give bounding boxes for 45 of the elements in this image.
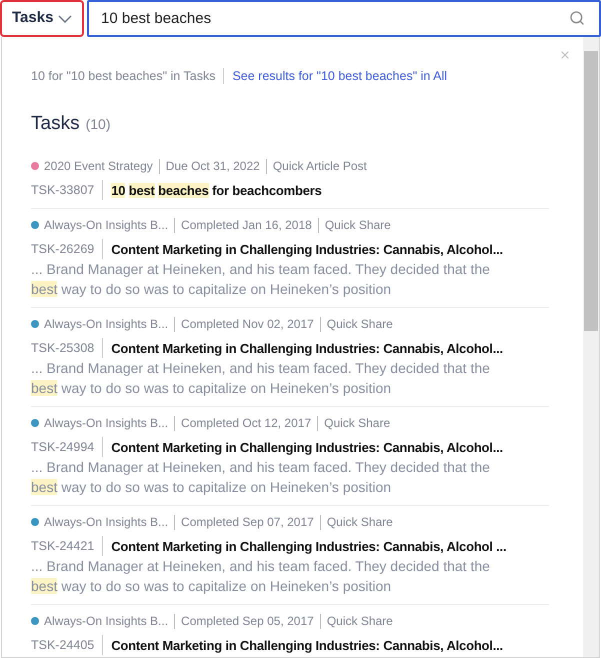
task-id: TSK-33807	[31, 182, 94, 199]
search-field[interactable]: 10 best beaches	[87, 0, 601, 37]
task-date: Completed Oct 12, 2017	[181, 415, 312, 432]
task-title[interactable]: 10 best beaches for beachcombers	[111, 180, 322, 200]
task-type: Quick Article Post	[272, 158, 367, 176]
task-date: Completed Jan 16, 2018	[181, 217, 312, 234]
task-title[interactable]: Content Marketing in Challenging Industries: Cannabis, Alcohol...	[111, 438, 503, 457]
task-date: Due Oct 31, 2022	[166, 158, 260, 176]
close-icon[interactable]	[559, 49, 571, 61]
search-icon	[569, 10, 585, 26]
task-snippet: ... Brand Manager at Heineken, and his team faced. They decided that the best way to do so was to capitalize on Heineken’s position	[31, 557, 491, 596]
task-date: Completed Nov 02, 2017	[181, 316, 314, 334]
task-title[interactable]: Content Marketing in Challenging Industries: Cannabis, Alcohol...	[111, 240, 503, 259]
task-id: TSK-24405	[31, 636, 94, 654]
task-date: Completed Sep 05, 2017	[181, 613, 314, 630]
project-name: Always-On Insights B...	[44, 613, 168, 630]
scrollbar-thumb[interactable]	[584, 51, 598, 331]
task-title[interactable]: Content Marketing in Challenging Industries: Cannabis, Alcohol ...	[111, 536, 506, 556]
project-name: Always-On Insights B...	[44, 217, 168, 234]
task-date: Completed Sep 07, 2017	[181, 514, 314, 532]
task-id: TSK-26269	[31, 240, 94, 258]
task-type: Quick Share	[326, 316, 393, 334]
chevron-down-icon	[58, 14, 72, 22]
task-type: Quick Share	[326, 514, 393, 532]
project-name: 2020 Event Strategy	[44, 158, 153, 176]
scrollbar[interactable]	[583, 37, 599, 657]
task-snippet: ... Brand Manager at Heineken, and his team faced. They decided that the best way to do so was to capitalize on Heineken’s position	[31, 260, 491, 300]
task-type: Quick Share	[324, 217, 391, 234]
task-title[interactable]: Content Marketing in Challenging Industries: Cannabis, Alcohol...	[111, 636, 503, 655]
section-count: (10)	[86, 114, 110, 134]
task-snippet: ... Brand Manager at Heineken, and his team faced. They decided that the best way to do so was to capitalize on Heineken’s position	[31, 458, 491, 498]
task-type: Quick Share	[326, 613, 393, 630]
scope-dropdown[interactable]: Tasks	[0, 0, 84, 37]
project-name: Always-On Insights B...	[44, 415, 168, 432]
result-count: 10 for "10 best beaches" in Tasks	[31, 68, 216, 85]
task-id: TSK-25308	[31, 340, 94, 357]
task-title[interactable]: Content Marketing in Challenging Industries: Cannabis, Alcohol...	[111, 338, 503, 358]
task-id: TSK-24421	[31, 538, 94, 555]
task-id: TSK-24994	[31, 438, 94, 456]
see-all-results-link[interactable]: See results for "10 best beaches" in All	[232, 67, 448, 86]
section-title: Tasks	[31, 112, 80, 136]
task-type: Quick Share	[324, 415, 390, 432]
task-snippet: ... Brand Manager at Heineken, and his team faced. They decided that the best way to do so was to capitalize on Heineken’s position	[31, 359, 491, 398]
project-name: Always-On Insights B...	[44, 514, 168, 532]
project-name: Always-On Insights B...	[44, 316, 168, 334]
